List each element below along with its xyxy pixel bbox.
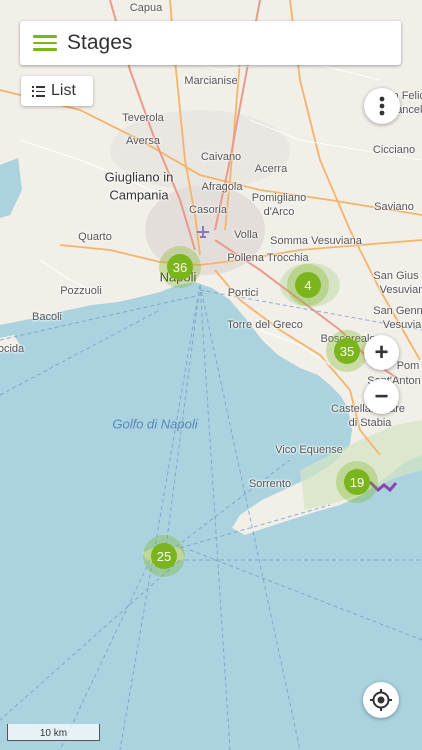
list-icon bbox=[32, 85, 45, 97]
place-sorrento: Sorrento bbox=[248, 478, 292, 490]
place-sangennaro: San Genn bbox=[373, 305, 422, 317]
place-pozzuoli: Pozzuoli bbox=[60, 285, 102, 297]
place-sangiuseppe: San Gius bbox=[373, 270, 419, 282]
place-procida: ocida bbox=[0, 343, 25, 355]
place-pomigliano: Pomigliano bbox=[251, 192, 307, 204]
more-vertical-icon bbox=[379, 96, 385, 116]
place-aversa: Aversa bbox=[125, 135, 161, 147]
place-portici: Portici bbox=[227, 287, 259, 299]
place-vesuviano2: Vesuvia bbox=[382, 319, 422, 331]
list-button[interactable]: List bbox=[21, 76, 93, 106]
scale-bar: 10 km bbox=[7, 724, 100, 741]
app-bar: Stages bbox=[20, 21, 401, 65]
plus-icon: + bbox=[374, 338, 389, 366]
hamburger-icon[interactable] bbox=[33, 34, 57, 52]
place-afragola: Afragola bbox=[201, 181, 243, 193]
place-marcianise: Marcianise bbox=[184, 75, 238, 87]
place-bacoli: Bacoli bbox=[32, 311, 62, 323]
place-casoria: Casoria bbox=[189, 204, 227, 216]
place-stabia: di Stabia bbox=[348, 417, 392, 429]
page-title: Stages bbox=[67, 31, 133, 54]
locate-icon bbox=[370, 689, 392, 711]
place-quarto: Quarto bbox=[78, 231, 112, 243]
place-pompei: Pom bbox=[396, 360, 420, 372]
place-giugliano: Giugliano in bbox=[104, 169, 174, 185]
zoom-in-button[interactable]: + bbox=[364, 335, 399, 370]
locate-me-button[interactable] bbox=[363, 682, 399, 718]
place-darco: d'Arco bbox=[263, 206, 295, 218]
place-cicciano: Cicciano bbox=[372, 144, 416, 156]
stage-cluster[interactable]: 35 bbox=[326, 330, 368, 372]
place-saviano: Saviano bbox=[374, 201, 414, 213]
place-torre: Torre del Greco bbox=[227, 319, 303, 331]
place-vesuviano: Vesuvian bbox=[379, 284, 422, 296]
zoom-out-button[interactable]: − bbox=[364, 379, 399, 414]
place-capua: Capua bbox=[129, 2, 163, 14]
place-pollena: Pollena Trocchia bbox=[227, 252, 309, 264]
list-button-label: List bbox=[51, 82, 76, 99]
stage-cluster[interactable]: 36 bbox=[159, 246, 201, 288]
stage-cluster[interactable]: 4 bbox=[287, 264, 329, 306]
place-somma: Somma Vesuviana bbox=[270, 235, 362, 247]
place-volla: Volla bbox=[234, 229, 258, 241]
more-options-button[interactable] bbox=[364, 88, 400, 124]
place-vico: Vico Equense bbox=[275, 444, 343, 456]
place-acerra: Acerra bbox=[254, 163, 288, 175]
place-golfo: Golfo di Napoli bbox=[112, 416, 198, 432]
map-canvas[interactable] bbox=[0, 0, 422, 750]
minus-icon: − bbox=[374, 382, 389, 410]
stage-cluster[interactable]: 25 bbox=[143, 535, 185, 577]
place-campania: Campania bbox=[109, 187, 169, 203]
place-caivano: Caivano bbox=[200, 151, 242, 163]
stage-cluster[interactable]: 19 bbox=[336, 461, 378, 503]
place-teverola: Teverola bbox=[122, 112, 164, 124]
